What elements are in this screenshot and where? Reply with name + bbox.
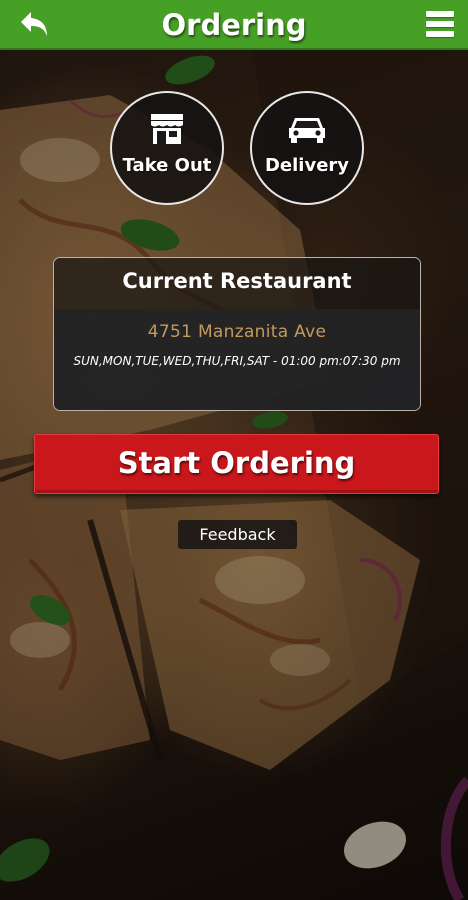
app-header: Ordering xyxy=(0,0,468,50)
feedback-button[interactable]: Feedback xyxy=(178,520,297,549)
take-out-button[interactable]: Take Out xyxy=(110,91,224,205)
storefront-icon xyxy=(112,111,222,147)
current-restaurant-heading: Current Restaurant xyxy=(54,258,420,309)
hamburger-menu-icon-bar xyxy=(426,31,454,37)
restaurant-address: 4751 Manzanita Ave xyxy=(147,322,327,342)
car-icon xyxy=(252,111,362,147)
hamburger-menu-button[interactable] xyxy=(422,7,458,41)
hamburger-menu-icon xyxy=(426,11,454,17)
restaurant-hours: SUN,MON,TUE,WED,THU,FRI,SAT - 01:00 pm:0… xyxy=(73,354,401,368)
delivery-label: Delivery xyxy=(264,155,350,176)
start-ordering-button[interactable]: Start Ordering xyxy=(34,434,439,494)
page-title: Ordering xyxy=(161,8,307,42)
delivery-button[interactable]: Delivery xyxy=(250,91,364,205)
restaurant-details: 4751 Manzanita Ave SUN,MON,TUE,WED,THU,F… xyxy=(54,309,420,410)
current-restaurant-card[interactable]: Current Restaurant 4751 Manzanita Ave SU… xyxy=(53,257,421,411)
take-out-label: Take Out xyxy=(122,155,212,176)
hamburger-menu-icon-bar xyxy=(426,21,454,27)
